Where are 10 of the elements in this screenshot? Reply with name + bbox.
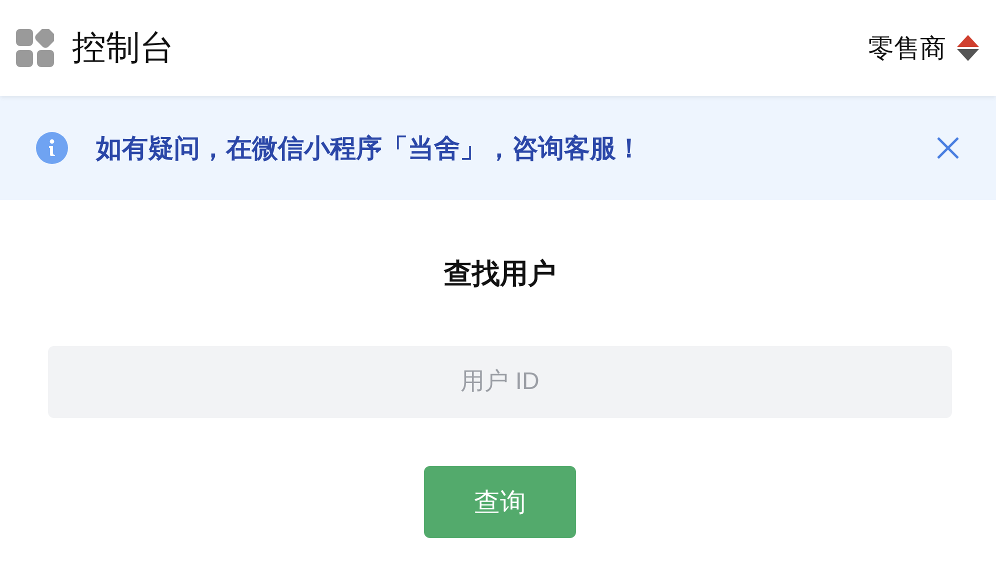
grid-icon [16, 29, 54, 67]
section-title: 查找用户 [444, 257, 556, 291]
user-id-field[interactable]: 用户 ID [48, 346, 952, 418]
page-title: 控制台 [72, 28, 174, 69]
info-icon [36, 132, 68, 164]
close-button[interactable] [936, 136, 960, 160]
close-icon [936, 136, 960, 160]
notice-text: 如有疑问，在微信小程序「当舍」，咨询客服！ [96, 132, 642, 164]
role-switcher[interactable]: 零售商 [868, 30, 980, 66]
switch-icon [956, 34, 980, 62]
